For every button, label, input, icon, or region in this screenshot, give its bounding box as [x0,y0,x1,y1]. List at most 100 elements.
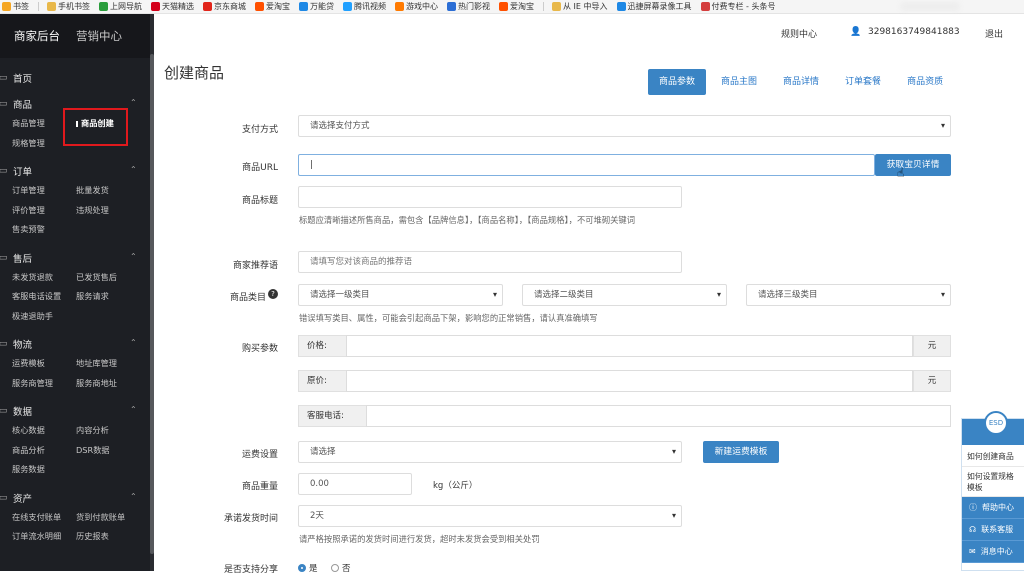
time-select[interactable]: 2天 [298,505,682,527]
cat-label: 商品类目 [229,293,266,303]
sidebar-item[interactable]: 服务数据 [12,460,76,480]
sidebar-item[interactable]: 评价管理 [12,201,76,221]
sidebar-item[interactable]: 订单流水明细 [12,527,76,547]
message-center-link[interactable]: ✉ 消息中心 [962,541,1024,563]
buy-label: 购买参数 [241,344,278,354]
chevron-up-icon: ⌃ [130,98,137,107]
bookmark-item[interactable]: 迅捷屏幕录像工具 [616,1,692,12]
sidebar-item[interactable]: 未发货退款 [12,268,76,288]
scrollbar-thumb[interactable] [150,54,154,554]
sidebar-item[interactable]: 在线支付账单 [12,508,76,528]
tab-main-image[interactable]: 商品主图 [710,69,768,95]
help-center-link[interactable]: ⓘ 帮助中心 [962,497,1024,519]
contact-service-link[interactable]: ☊ 联系客服 [962,519,1024,541]
sidebar-item[interactable]: 核心数据 [12,421,76,441]
sidebar-item[interactable]: 内容分析 [76,421,146,441]
bookmark-label: 迅捷屏幕录像工具 [627,2,692,11]
question-icon[interactable]: ? [268,289,278,299]
title-input[interactable] [298,186,682,208]
bookmark-label: 腾讯视频 [354,2,386,11]
taobao-icon [255,2,264,11]
bookmark-item[interactable]: 从 IE 中导入 [552,1,608,12]
bookmark-item[interactable]: 游戏中心 [395,1,438,12]
marketing-center-link[interactable]: 营销中心 [76,28,122,44]
sidebar-items: 运费模板 地址库管理 服务商管理 服务商地址 [0,354,154,393]
sidebar-item[interactable]: DSR数据 [76,441,146,461]
tab-bar: 商品参数 商品主图 商品详情 订单套餐 商品资质 [648,69,958,95]
bookmark-item[interactable]: 爱淘宝 [499,1,534,12]
sidebar-item[interactable]: 订单管理 [12,181,76,201]
cat1-select[interactable]: 请选择一级类目 [298,284,503,306]
sidebar-home-label: 首页 [13,74,33,85]
bookmark-item[interactable]: 书签 [2,1,29,12]
sidebar-item[interactable]: 服务商地址 [76,374,146,394]
sidebar-item[interactable]: 历史报表 [76,527,146,547]
tab-params[interactable]: 商品参数 [648,69,707,95]
bookmark-item[interactable]: 上网导航 [99,1,142,12]
fetch-detail-button[interactable]: 获取宝贝详情 [875,154,951,176]
sidebar-items: 在线支付账单 货到付款账单 订单流水明细 历史报表 [0,508,154,547]
ship-select[interactable]: 请选择 [298,441,682,463]
bookmark-label: 书签 [13,2,29,11]
tab-package[interactable]: 订单套餐 [834,69,892,95]
sidebar-item[interactable]: 货到付款账单 [76,508,146,528]
bookmark-item[interactable]: 热门影视 [447,1,490,12]
brand-title[interactable]: 商家后台 [14,28,60,44]
sidebar-group-title: 售后 [13,253,33,265]
orig-addon: 原价: [298,370,346,392]
sidebar-group-header[interactable]: ▭ 订单 ⌃ [0,161,154,181]
bookmark-item[interactable]: 万能贷 [299,1,334,12]
jd-icon [203,2,212,11]
tab-qualification[interactable]: 商品资质 [896,69,954,95]
sidebar-group-header[interactable]: ▭ 数据 ⌃ [0,401,154,421]
sidebar-item[interactable]: 批量发货 [76,181,146,201]
cat3-select[interactable]: 请选择三级类目 [746,284,951,306]
bookmark-item[interactable]: 京东商城 [203,1,246,12]
pay-select[interactable]: 请选择支付方式 [298,115,951,137]
share-yes-radio[interactable]: 是 [298,562,318,574]
share-no-radio[interactable]: 否 [331,562,351,574]
nav-icon [99,2,108,11]
sidebar-item[interactable]: 极速退助手 [12,307,76,327]
help-question-2[interactable]: 如何设置规格模板 [962,467,1024,497]
bookmark-item[interactable]: 手机书签 [47,1,90,12]
sidebar-item[interactable]: 服务商管理 [12,374,76,394]
cat2-select[interactable]: 请选择二级类目 [522,284,727,306]
help-question-1[interactable]: 如何创建商品 [962,445,1024,467]
tab-details[interactable]: 商品详情 [772,69,830,95]
bookmark-separator [543,2,544,11]
sidebar-item[interactable]: 已发货售后 [76,268,146,288]
account-id: 3298163749841883 [868,27,960,37]
sidebar-item[interactable]: 地址库管理 [76,354,146,374]
new-shipping-template-button[interactable]: 新建运费模板 [703,441,779,463]
sidebar-item[interactable]: 违规处理 [76,201,146,221]
rules-center-link[interactable]: 规则中心 [781,27,817,40]
orig-input[interactable] [346,370,913,392]
phone-input[interactable] [366,405,951,427]
assistant-avatar-icon: ESD [984,411,1008,435]
sidebar-item[interactable]: 服务请求 [76,287,146,307]
sidebar-group-header[interactable]: ▭ 售后 ⌃ [0,248,154,268]
price-addon: 价格: [298,335,346,357]
sidebar-items: 核心数据 内容分析 商品分析 DSR数据 服务数据 [0,421,154,480]
help-widget: ESD 如何创建商品 如何设置规格模板 ⓘ 帮助中心 ☊ 联系客服 ✉ 消息中心 [961,411,1024,571]
bookmark-label: 手机书签 [58,2,90,11]
bookmark-item[interactable]: 天猫精选 [151,1,194,12]
bookmark-item[interactable]: 付费专栏 - 头条号 [700,1,775,12]
sidebar-group-header[interactable]: ▭ 资产 ⌃ [0,488,154,508]
sidebar-item[interactable]: 客服电话设置 [12,287,76,307]
sidebar-item-home[interactable]: ▭ 首页 [0,68,154,88]
bookmark-item[interactable]: 腾讯视频 [343,1,386,12]
sidebar-item[interactable]: 售卖预警 [12,220,76,240]
bookmark-item[interactable]: 爱淘宝 [255,1,290,12]
sidebar-group: ▭ 订单 ⌃ 订单管理 批量发货 评价管理 违规处理 售卖预警 [0,161,154,240]
sidebar-header: 商家后台 营销中心 [0,14,154,58]
sidebar-item[interactable]: 商品分析 [12,441,76,461]
url-input[interactable]: | [298,154,875,176]
sidebar-group-header[interactable]: ▭ 物流 ⌃ [0,334,154,354]
price-input[interactable] [346,335,913,357]
logout-link[interactable]: 退出 [985,27,1003,40]
rec-input[interactable]: 请填写您对该商品的推荐语 [298,251,682,273]
sidebar-item[interactable]: 运费模板 [12,354,76,374]
weight-input[interactable]: 0.00 [298,473,412,495]
